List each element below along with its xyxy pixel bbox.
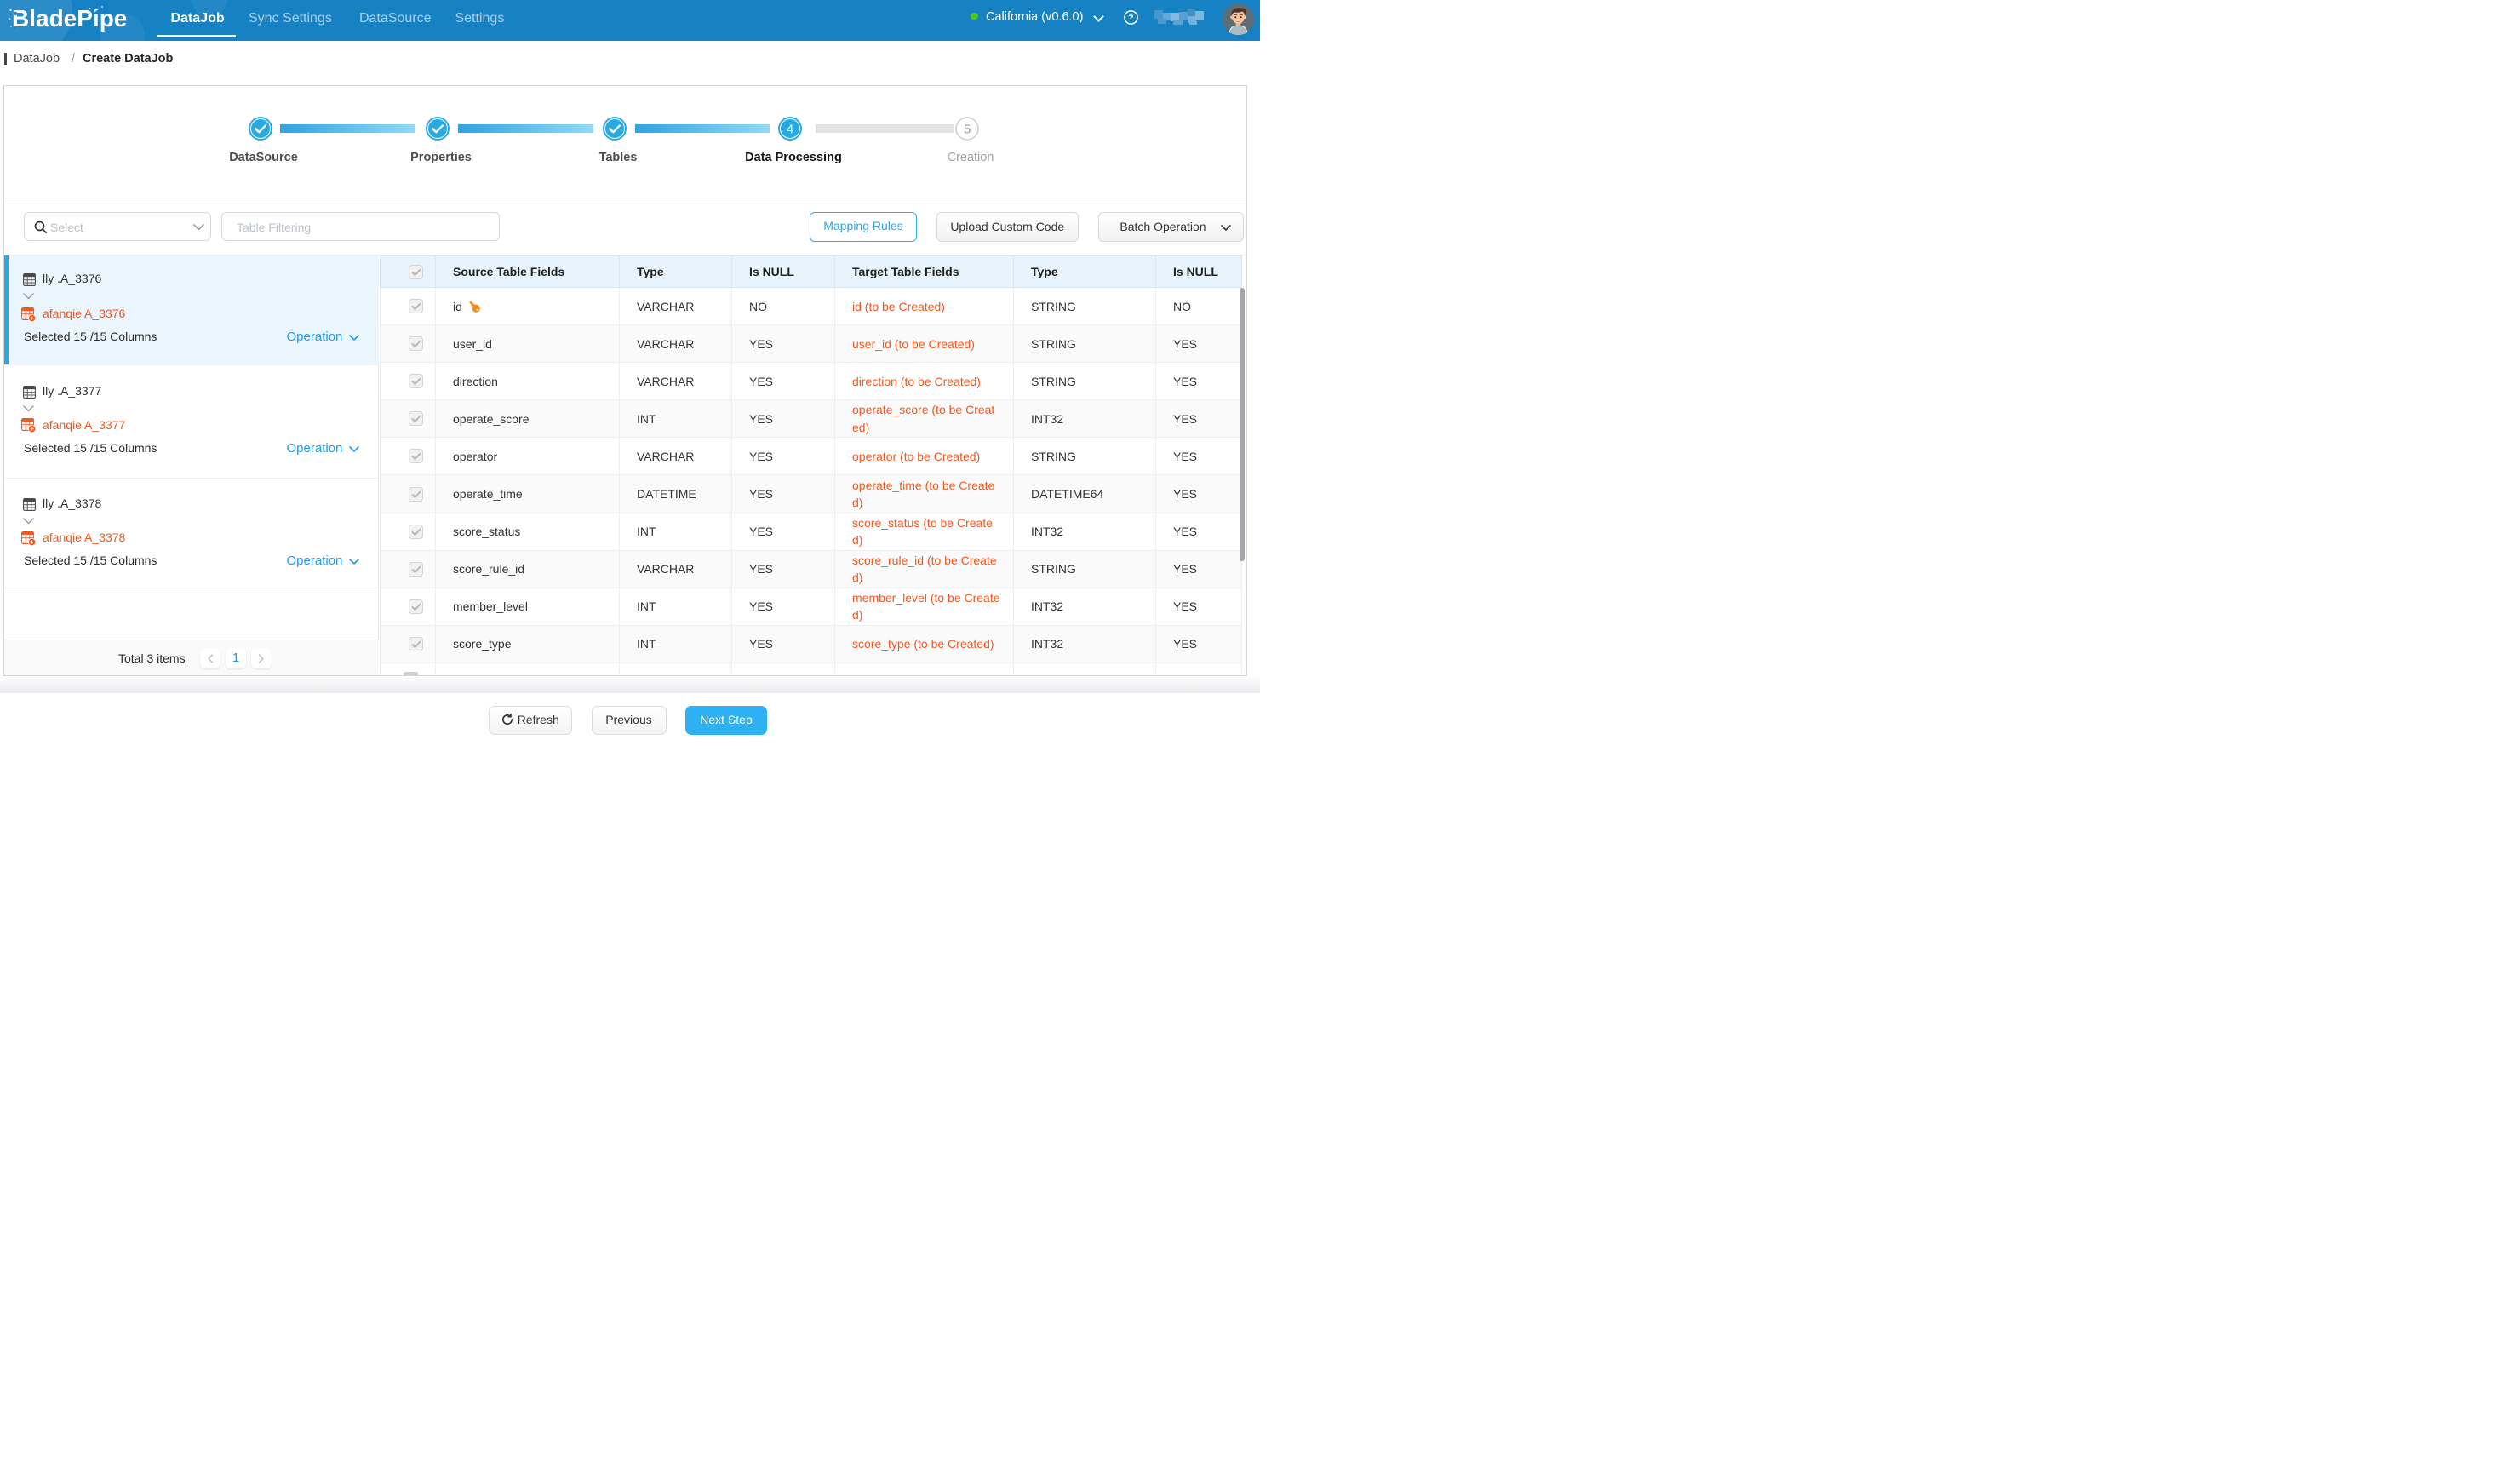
svg-text:4: 4 bbox=[787, 122, 793, 136]
svg-text:5: 5 bbox=[964, 122, 971, 136]
svg-text:?: ? bbox=[1128, 13, 1133, 23]
